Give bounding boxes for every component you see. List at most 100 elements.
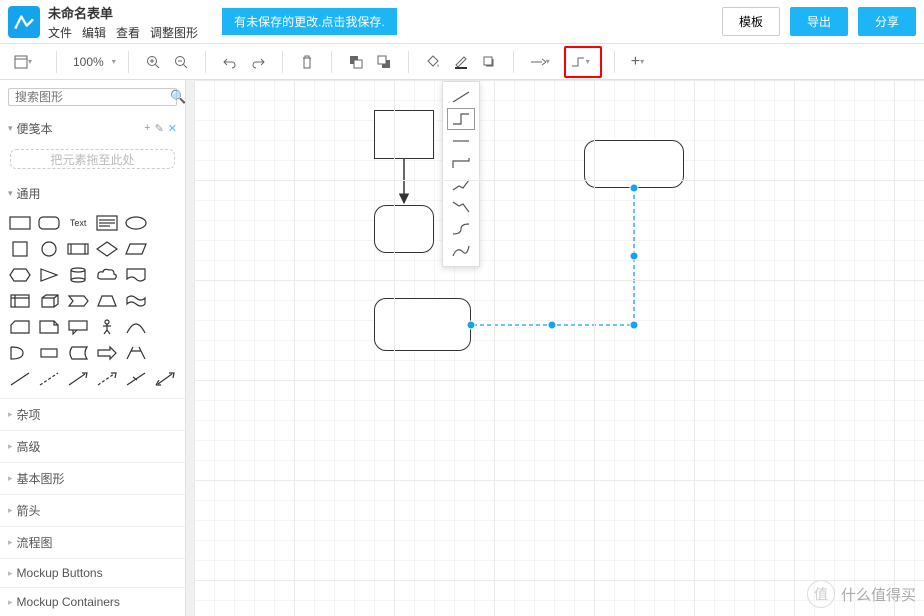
shape-data-storage[interactable] [66,342,91,364]
shape-and[interactable] [37,342,62,364]
scratchpad-dropzone[interactable]: 把元素拖至此处 [10,149,175,169]
shape-rounded-rect[interactable] [37,212,62,234]
shape-arrow-right[interactable] [95,342,120,364]
page-layout-button[interactable]: ▾ [10,50,44,74]
edge-handle[interactable] [630,252,638,260]
category-mockup-buttons[interactable]: ▸Mockup Buttons [0,558,185,587]
insert-button[interactable]: +▾ [627,50,661,74]
shape-textbox[interactable] [95,212,120,234]
fill-color-button[interactable] [421,50,445,74]
shape-placeholder5[interactable] [152,316,177,338]
shape-text[interactable]: Text [66,212,91,234]
shape-tape[interactable] [123,290,148,312]
shape-cloud[interactable] [95,264,120,286]
shape-line-arrow1[interactable] [66,368,91,390]
menu-adjust[interactable]: 调整图形 [150,24,198,41]
menu-edit[interactable]: 编辑 [82,24,106,41]
shape-diamond[interactable] [95,238,120,260]
shadow-button[interactable] [477,50,501,74]
shape-note[interactable] [37,316,62,338]
menu-file[interactable]: 文件 [48,24,72,41]
category-basic[interactable]: ▸基本图形 [0,462,185,494]
template-button[interactable]: 模板 [722,7,780,36]
shape-ellipse[interactable] [123,212,148,234]
edge-handle[interactable] [630,321,638,329]
shape-arrow-both[interactable] [123,342,148,364]
shape-parallelogram[interactable] [123,238,148,260]
node-3[interactable] [584,140,684,188]
shape-line-directional[interactable] [123,368,148,390]
shape-callout[interactable] [66,316,91,338]
redo-button[interactable] [246,50,270,74]
category-advanced[interactable]: ▸高级 [0,430,185,462]
scratchpad-header[interactable]: ▾ 便笺本 + ✎ ✕ [0,114,185,143]
app-logo[interactable] [8,6,40,38]
waypoint-style-button[interactable]: ▾ [564,46,602,78]
sidebar-scrollbar[interactable] [186,80,194,616]
shape-line-arrow2[interactable] [95,368,120,390]
zoom-in-button[interactable] [141,50,165,74]
node-2[interactable] [374,205,434,253]
node-1[interactable] [374,110,434,159]
category-flowchart[interactable]: ▸流程图 [0,526,185,558]
edge-3-4-selected[interactable] [471,188,634,325]
shape-search[interactable]: 🔍 [8,88,177,106]
shape-rectangle[interactable] [8,212,33,234]
shape-cube[interactable] [37,290,62,312]
node-4[interactable] [374,298,471,351]
shape-step[interactable] [66,290,91,312]
shape-circle[interactable] [37,238,62,260]
shape-line-solid[interactable] [8,368,33,390]
search-icon[interactable]: 🔍 [170,89,186,105]
menu-view[interactable]: 查看 [116,24,140,41]
line-color-button[interactable] [449,50,473,74]
waypoint-opt-curved[interactable] [447,218,475,240]
shape-process[interactable] [66,238,91,260]
edge-handle[interactable] [548,321,556,329]
waypoint-opt-simple-h[interactable] [447,130,475,152]
diagram-canvas[interactable] [194,80,924,616]
shape-card[interactable] [8,316,33,338]
zoom-level[interactable]: 100% [69,55,108,69]
shape-placeholder2[interactable] [152,238,177,260]
waypoint-opt-isometric[interactable] [447,174,475,196]
share-button[interactable]: 分享 [858,7,916,36]
shape-internal-storage[interactable] [8,290,33,312]
shape-placeholder1[interactable] [152,212,177,234]
shape-or[interactable] [8,342,33,364]
shape-placeholder6[interactable] [152,342,177,364]
common-shapes-header[interactable]: ▾ 通用 [0,179,185,208]
category-misc[interactable]: ▸杂项 [0,398,185,430]
shape-placeholder3[interactable] [152,264,177,286]
zoom-out-button[interactable] [169,50,193,74]
waypoint-opt-entity[interactable] [447,240,475,262]
shape-curve[interactable] [123,316,148,338]
shape-triangle[interactable] [37,264,62,286]
scratchpad-close-icon[interactable]: ✕ [168,122,177,135]
shape-line-dashed[interactable] [37,368,62,390]
unsaved-notice[interactable]: 有未保存的更改.点击我保存. [222,8,397,35]
scratchpad-add-icon[interactable]: + [144,122,150,135]
shape-trapezoid[interactable] [95,290,120,312]
shape-cylinder[interactable] [66,264,91,286]
shape-document[interactable] [123,264,148,286]
chevron-down-icon[interactable]: ▾ [112,57,116,66]
shape-actor[interactable] [95,316,120,338]
connection-style-button[interactable]: ▾ [526,50,560,74]
waypoint-opt-simple-v[interactable] [447,152,475,174]
shape-line-bidirectional[interactable] [152,368,177,390]
scratchpad-edit-icon[interactable]: ✎ [155,122,164,135]
delete-button[interactable] [295,50,319,74]
shape-placeholder4[interactable] [152,290,177,312]
shape-square[interactable] [8,238,33,260]
undo-button[interactable] [218,50,242,74]
waypoint-opt-orthogonal[interactable] [447,108,475,130]
document-title[interactable]: 未命名表单 [48,3,198,22]
export-button[interactable]: 导出 [790,7,848,36]
waypoint-opt-straight[interactable] [447,86,475,108]
to-front-button[interactable] [344,50,368,74]
search-input[interactable] [15,90,170,104]
to-back-button[interactable] [372,50,396,74]
category-arrows[interactable]: ▸箭头 [0,494,185,526]
category-mockup-containers[interactable]: ▸Mockup Containers [0,587,185,616]
